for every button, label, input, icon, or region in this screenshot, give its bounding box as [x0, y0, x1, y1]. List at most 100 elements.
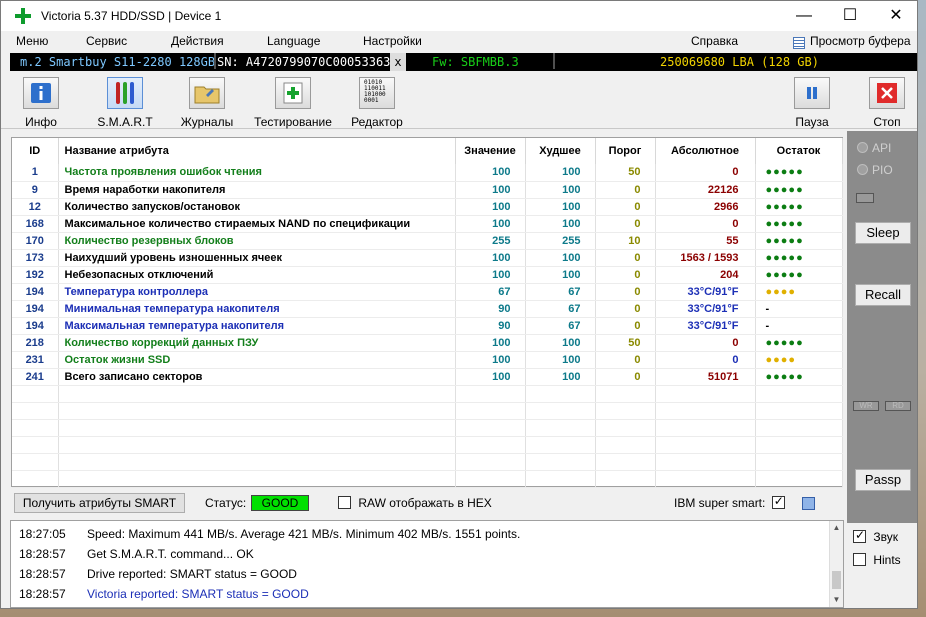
- empty-cell: [58, 470, 456, 488]
- sound-label: Звук: [873, 530, 898, 544]
- test-label: Тестирование: [254, 115, 332, 129]
- info-label: Инфо: [25, 115, 57, 129]
- table-row[interactable]: 194 Температура контроллера 67 67 0 33°C/91°F…: [12, 283, 843, 301]
- col-threshold[interactable]: Порог: [595, 138, 656, 164]
- raw-hex-checkbox[interactable]: RAW отображать в HEX: [338, 496, 492, 510]
- empty-cell: [525, 436, 596, 454]
- attr-value: 100: [455, 198, 526, 216]
- menu-main[interactable]: Меню: [16, 34, 48, 48]
- attr-worst: 100: [525, 215, 596, 233]
- log-time: 18:28:57: [19, 567, 66, 581]
- ibm-super-smart-checkbox[interactable]: IBM super smart:: [674, 494, 785, 510]
- attr-value: 90: [455, 317, 526, 335]
- pause-button[interactable]: Пауза: [772, 77, 852, 129]
- empty-cell: [12, 402, 59, 420]
- table-row[interactable]: 168 Максимальное количество стираемых NAN…: [12, 215, 843, 233]
- attr-worst: 100: [525, 164, 596, 182]
- sound-checkbox[interactable]: Звук: [853, 528, 898, 544]
- attr-remain: -: [755, 300, 843, 318]
- scroll-down-arrow-icon[interactable]: ▼: [830, 593, 843, 607]
- info-button[interactable]: Инфо: [1, 77, 81, 129]
- editor-label: Редактор: [351, 115, 403, 129]
- raw-hex-label: RAW отображать в HEX: [358, 496, 492, 510]
- divider: [214, 53, 216, 69]
- get-smart-attributes-button[interactable]: Получить атрибуты SMART: [14, 493, 185, 513]
- menu-language[interactable]: Language: [267, 34, 320, 48]
- attr-name: Количество запусков/остановок: [58, 198, 456, 216]
- table-row[interactable]: 170 Количество резервных блоков 255 255 10 55…: [12, 232, 843, 250]
- test-button[interactable]: Тестирование: [253, 77, 333, 129]
- attr-absolute: 0: [655, 334, 756, 352]
- table-row[interactable]: 173 Наихудший уровень изношенных ячеек 100…: [12, 249, 843, 267]
- menu-help[interactable]: Справка: [691, 34, 738, 48]
- table-row[interactable]: 241 Всего записано секторов 100 100 0 51071 ●●…: [12, 368, 843, 386]
- empty-cell: [525, 402, 596, 420]
- col-value[interactable]: Значение: [455, 138, 526, 164]
- table-row[interactable]: 194 Минимальная температура накопителя 90 6…: [12, 300, 843, 318]
- maximize-button[interactable]: ☐: [827, 1, 873, 31]
- col-name[interactable]: Название атрибута: [58, 138, 456, 164]
- attr-remain: ●●●●●: [755, 164, 843, 182]
- stop-button[interactable]: Стоп: [847, 77, 917, 129]
- log-scrollbar[interactable]: ▲ ▼: [829, 521, 843, 607]
- close-button[interactable]: ✕: [873, 1, 917, 31]
- col-worst[interactable]: Худшее: [525, 138, 596, 164]
- recall-button[interactable]: Recall: [855, 284, 911, 306]
- table-row[interactable]: 1 Частота проявления ошибок чтения 100 100 5…: [12, 164, 843, 182]
- editor-button[interactable]: 01010 110011 101000 0001 Редактор: [337, 77, 417, 129]
- table-row[interactable]: 231 Остаток жизни SSD 100 100 0 0 ●●●●: [12, 351, 843, 369]
- pio-radio[interactable]: PIO: [857, 163, 893, 177]
- attr-worst: 100: [525, 266, 596, 284]
- table-row-empty: [12, 402, 843, 420]
- scroll-thumb[interactable]: [832, 571, 841, 589]
- api-radio[interactable]: API: [857, 141, 891, 155]
- device-capacity: 250069680 LBA (128 GB): [660, 55, 819, 69]
- scroll-up-arrow-icon[interactable]: ▲: [830, 521, 843, 535]
- table-row[interactable]: 12 Количество запусков/остановок 100 100 0 29…: [12, 198, 843, 216]
- col-absolute[interactable]: Абсолютное: [655, 138, 756, 164]
- logs-label: Журналы: [180, 115, 234, 129]
- menu-buffer-view[interactable]: Просмотр буфера: [810, 34, 911, 48]
- attr-remain: ●●●●●: [755, 215, 843, 233]
- buffer-list-icon: [793, 37, 805, 49]
- menu-settings[interactable]: Настройки: [363, 34, 422, 48]
- attr-name: Всего записано секторов: [58, 368, 456, 386]
- empty-cell: [525, 419, 596, 437]
- empty-cell: [755, 436, 843, 454]
- color-swatch-button[interactable]: [802, 497, 815, 510]
- attr-worst: 100: [525, 368, 596, 386]
- empty-cell: [455, 385, 526, 403]
- serial-close-button[interactable]: x: [390, 53, 406, 71]
- attr-value: 255: [455, 232, 526, 250]
- attr-threshold: 0: [595, 283, 656, 301]
- empty-cell: [525, 470, 596, 488]
- wr-indicator: WR: [853, 401, 879, 411]
- menu-actions[interactable]: Действия: [171, 34, 224, 48]
- attr-remain: ●●●●●: [755, 198, 843, 216]
- minimize-button[interactable]: —: [781, 1, 827, 31]
- passp-button[interactable]: Passp: [855, 469, 911, 491]
- device-info-bar: m.2 Smartbuy S11-2280 128GB SN: A4720799…: [10, 53, 917, 71]
- menu-service[interactable]: Сервис: [86, 34, 127, 48]
- empty-cell: [655, 453, 756, 471]
- table-row[interactable]: 218 Количество коррекций данных ПЗУ 100 100…: [12, 334, 843, 352]
- status-badge: GOOD: [251, 495, 309, 511]
- hints-checkbox[interactable]: Hints: [853, 553, 901, 567]
- table-row[interactable]: 194 Максимальная температура накопителя 90…: [12, 317, 843, 335]
- sleep-button[interactable]: Sleep: [855, 222, 911, 244]
- empty-cell: [655, 470, 756, 488]
- attr-remain: ●●●●●: [755, 368, 843, 386]
- title-bar: Victoria 5.37 HDD/SSD | Device 1 — ☐ ✕: [1, 1, 917, 31]
- table-row[interactable]: 9 Время наработки накопителя 100 100 0 22126 ●…: [12, 181, 843, 199]
- col-remain[interactable]: Остаток: [755, 138, 843, 164]
- empty-cell: [655, 436, 756, 454]
- table-row[interactable]: 192 Небезопасных отключений 100 100 0 204 ●●●●…: [12, 266, 843, 284]
- empty-cell: [755, 470, 843, 488]
- attr-id: 194: [12, 317, 59, 335]
- empty-cell: [755, 385, 843, 403]
- pause-icon: [794, 77, 830, 109]
- logs-button[interactable]: Журналы: [167, 77, 247, 129]
- victoria-window: Victoria 5.37 HDD/SSD | Device 1 — ☐ ✕ М…: [0, 0, 918, 609]
- col-id[interactable]: ID: [12, 138, 59, 164]
- smart-button[interactable]: S.M.A.R.T: [85, 77, 165, 129]
